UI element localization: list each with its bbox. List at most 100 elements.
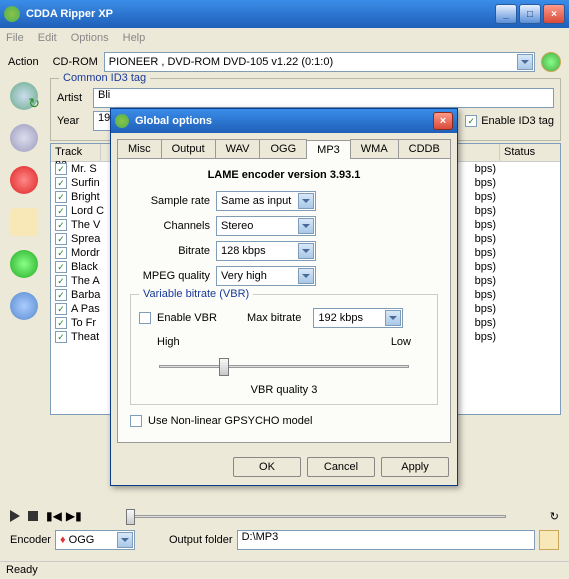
enable-vbr-checkbox[interactable] bbox=[139, 312, 151, 324]
artist-input[interactable]: Bli bbox=[93, 88, 554, 108]
track-ext: bps) bbox=[475, 331, 496, 343]
row-checkbox[interactable]: ✓ bbox=[55, 233, 67, 245]
play-button[interactable] bbox=[10, 510, 20, 522]
tab-mp3[interactable]: MP3 bbox=[306, 140, 351, 159]
track-ext: bps) bbox=[475, 289, 496, 301]
track-ext: bps) bbox=[475, 177, 496, 189]
row-checkbox[interactable]: ✓ bbox=[55, 303, 67, 315]
track-name: Surfin bbox=[71, 177, 100, 189]
max-bitrate-combo[interactable]: 192 kbps bbox=[313, 308, 403, 328]
chevron-down-icon[interactable] bbox=[298, 243, 314, 259]
track-ext: bps) bbox=[475, 317, 496, 329]
gpsycho-checkbox[interactable] bbox=[130, 415, 142, 427]
disc-icon[interactable] bbox=[10, 124, 38, 152]
rip-icon[interactable]: ↻ bbox=[10, 82, 38, 110]
download-icon[interactable] bbox=[10, 250, 38, 278]
slider-thumb[interactable] bbox=[219, 358, 229, 376]
window-title: CDDA Ripper XP bbox=[26, 8, 493, 20]
cancel-icon[interactable] bbox=[10, 166, 38, 194]
global-options-dialog: Global options × MiscOutputWAVOGGMP3WMAC… bbox=[110, 108, 458, 486]
ok-button[interactable]: OK bbox=[233, 457, 301, 477]
prev-button[interactable]: ▮◀ bbox=[46, 509, 62, 523]
seek-thumb[interactable] bbox=[126, 509, 135, 525]
row-checkbox[interactable]: ✓ bbox=[55, 261, 67, 273]
dialog-close-button[interactable]: × bbox=[433, 112, 453, 130]
menu-file[interactable]: File bbox=[6, 32, 24, 44]
cdrom-value: PIONEER , DVD-ROM DVD-105 v1.22 (0:1:0) bbox=[109, 56, 333, 68]
row-checkbox[interactable]: ✓ bbox=[55, 191, 67, 203]
vbr-slider[interactable] bbox=[159, 356, 409, 376]
quality-combo[interactable]: Very high bbox=[216, 266, 316, 286]
tab-output[interactable]: Output bbox=[161, 139, 216, 158]
encoder-combo[interactable]: ♦ OGG bbox=[55, 530, 135, 550]
chevron-down-icon[interactable] bbox=[117, 532, 133, 548]
dialog-buttons: OK Cancel Apply bbox=[111, 449, 457, 485]
dialog-titlebar: Global options × bbox=[111, 109, 457, 133]
tab-cddb[interactable]: CDDB bbox=[398, 139, 451, 158]
next-button[interactable]: ▶▮ bbox=[66, 509, 82, 523]
close-button[interactable]: × bbox=[543, 4, 565, 24]
dialog-title: Global options bbox=[135, 115, 433, 127]
vbr-high-label: High bbox=[157, 336, 180, 348]
track-ext: bps) bbox=[475, 219, 496, 231]
tab-wav[interactable]: WAV bbox=[215, 139, 261, 158]
track-ext: bps) bbox=[475, 247, 496, 259]
chevron-down-icon[interactable] bbox=[517, 54, 533, 70]
browse-folder-icon[interactable] bbox=[539, 530, 559, 550]
chevron-down-icon[interactable] bbox=[298, 268, 314, 284]
tab-wma[interactable]: WMA bbox=[350, 139, 399, 158]
track-ext: bps) bbox=[475, 233, 496, 245]
vbr-fieldset: Variable bitrate (VBR) Enable VBR Max bi… bbox=[130, 294, 438, 405]
channels-label: Channels bbox=[130, 220, 210, 232]
bitrate-combo[interactable]: 128 kbps bbox=[216, 241, 316, 261]
menu-bar: File Edit Options Help bbox=[0, 28, 569, 48]
seek-track[interactable] bbox=[126, 515, 506, 518]
year-label: Year bbox=[57, 115, 89, 127]
row-checkbox[interactable]: ✓ bbox=[55, 317, 67, 329]
tab-panel-mp3: LAME encoder version 3.93.1 Sample rate … bbox=[117, 158, 451, 443]
col-status[interactable]: Status bbox=[500, 144, 560, 161]
menu-edit[interactable]: Edit bbox=[38, 32, 57, 44]
track-name: Bright bbox=[71, 191, 100, 203]
cdrom-label: CD-ROM bbox=[53, 56, 98, 68]
row-checkbox[interactable]: ✓ bbox=[55, 289, 67, 301]
track-name: Barba bbox=[71, 289, 100, 301]
row-checkbox[interactable]: ✓ bbox=[55, 205, 67, 217]
minimize-button[interactable]: _ bbox=[495, 4, 517, 24]
dialog-tabs: MiscOutputWAVOGGMP3WMACDDB bbox=[111, 133, 457, 158]
track-name: Mordr bbox=[71, 247, 100, 259]
stop-button[interactable] bbox=[28, 511, 38, 521]
row-checkbox[interactable]: ✓ bbox=[55, 219, 67, 231]
maximize-button[interactable]: □ bbox=[519, 4, 541, 24]
channels-combo[interactable]: Stereo bbox=[216, 216, 316, 236]
bitrate-label: Bitrate bbox=[130, 245, 210, 257]
row-checkbox[interactable]: ✓ bbox=[55, 275, 67, 287]
track-ext: bps) bbox=[475, 275, 496, 287]
menu-options[interactable]: Options bbox=[71, 32, 109, 44]
row-checkbox[interactable]: ✓ bbox=[55, 331, 67, 343]
chevron-down-icon[interactable] bbox=[298, 193, 314, 209]
row-checkbox[interactable]: ✓ bbox=[55, 177, 67, 189]
col-track-name[interactable]: Track na bbox=[51, 144, 101, 161]
tab-misc[interactable]: Misc bbox=[117, 139, 162, 158]
sample-rate-combo[interactable]: Same as input bbox=[216, 191, 316, 211]
output-folder-input[interactable]: D:\MP3 bbox=[237, 530, 535, 550]
track-name: To Fr bbox=[71, 317, 96, 329]
row-checkbox[interactable]: ✓ bbox=[55, 247, 67, 259]
chevron-down-icon[interactable] bbox=[385, 310, 401, 326]
enable-id3-checkbox[interactable]: ✓ bbox=[465, 115, 477, 127]
repeat-icon[interactable]: ↻ bbox=[550, 510, 559, 523]
row-checkbox[interactable]: ✓ bbox=[55, 163, 67, 175]
cancel-button[interactable]: Cancel bbox=[307, 457, 375, 477]
vbr-quality-text: VBR quality 3 bbox=[139, 384, 429, 396]
track-name: A Pas bbox=[71, 303, 100, 315]
cdrom-combo[interactable]: PIONEER , DVD-ROM DVD-105 v1.22 (0:1:0) bbox=[104, 52, 535, 72]
apply-button[interactable]: Apply bbox=[381, 457, 449, 477]
refresh-icon[interactable] bbox=[541, 52, 561, 72]
menu-help[interactable]: Help bbox=[123, 32, 146, 44]
gear-icon[interactable] bbox=[10, 292, 38, 320]
edit-icon[interactable] bbox=[10, 208, 38, 236]
tab-ogg[interactable]: OGG bbox=[259, 139, 307, 158]
chevron-down-icon[interactable] bbox=[298, 218, 314, 234]
window-titlebar: CDDA Ripper XP _ □ × bbox=[0, 0, 569, 28]
